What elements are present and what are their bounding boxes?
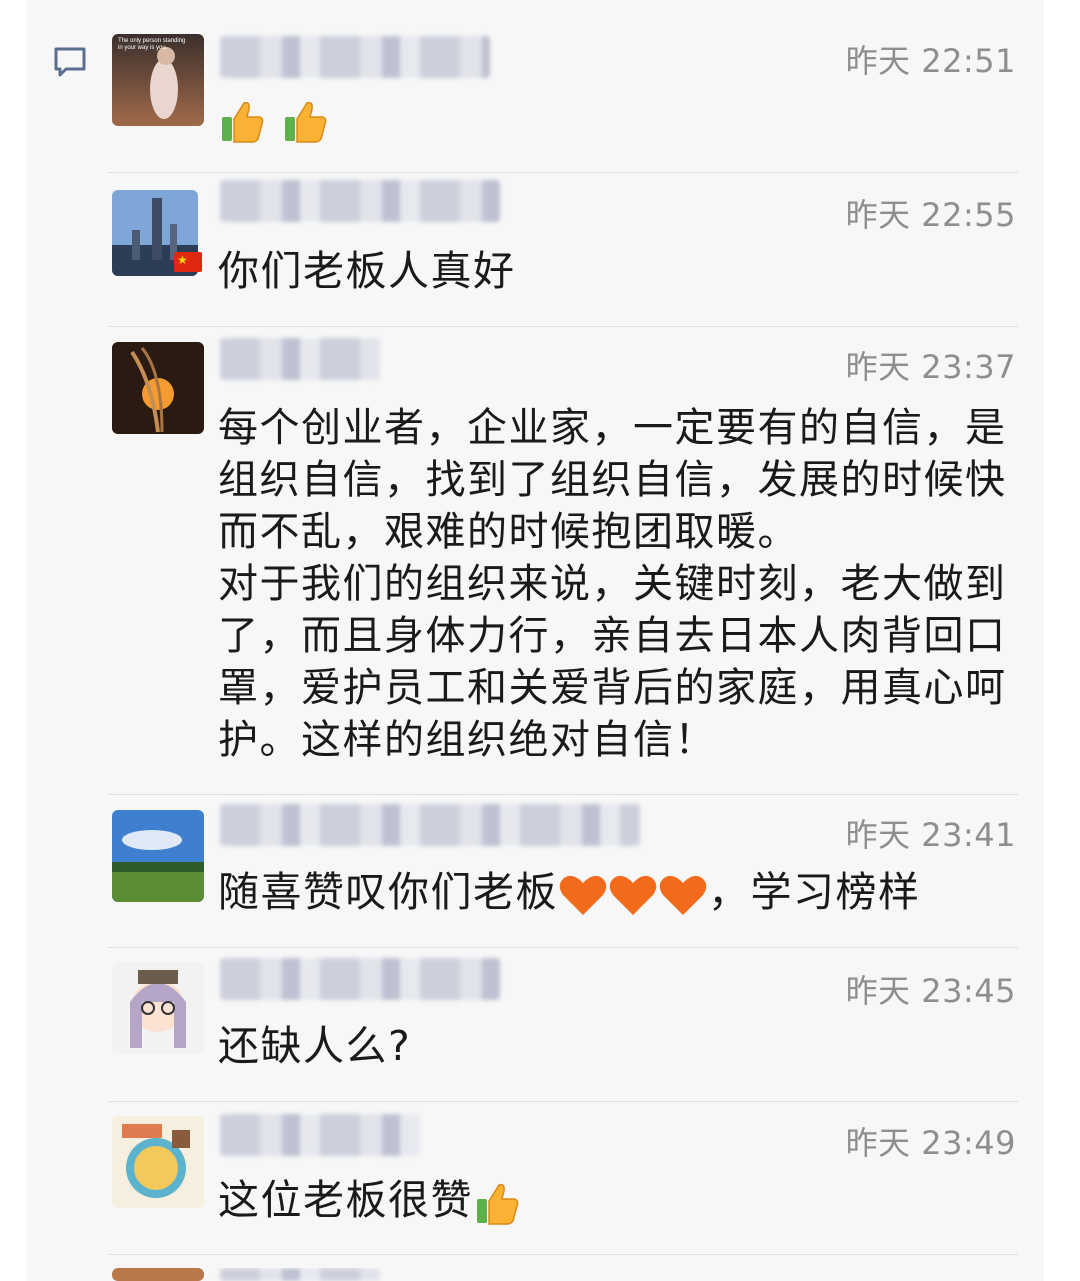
comment-time: 昨天 23:37 (845, 348, 1016, 386)
username-blurred[interactable] (220, 1268, 380, 1281)
heart-icon (559, 875, 607, 915)
username-blurred[interactable] (220, 804, 640, 846)
comment-text: 随喜赞叹你们老板 ，学习榜样 (218, 866, 1028, 918)
comment-text-part: 随喜赞叹你们老板 (218, 868, 558, 916)
avatar[interactable] (112, 1116, 204, 1208)
china-flag-icon (174, 252, 202, 272)
avatar[interactable] (112, 810, 204, 902)
comment-item[interactable] (108, 1268, 1018, 1281)
thumbs-up-icon (284, 101, 326, 143)
username-blurred[interactable] (220, 958, 500, 1000)
comment-text-part: ，学习榜样 (708, 868, 921, 916)
heart-icon (609, 875, 657, 915)
heart-icon (659, 875, 707, 915)
comment-item[interactable]: 昨天 23:41 随喜赞叹你们老板 ，学习榜样 (108, 804, 1018, 940)
comment-item[interactable]: 昨天 23:37 每个创业者，企业家，一定要有的自信，是组织自信，找到了组织自信… (108, 338, 1018, 782)
comment-icon (54, 47, 86, 77)
divider (108, 326, 1018, 327)
comment-text-part: 这位老板很赞 (218, 1176, 473, 1224)
comment-time: 昨天 23:49 (845, 1124, 1016, 1162)
comment-text: 还缺人么? (218, 1022, 412, 1070)
divider (108, 1254, 1018, 1255)
avatar[interactable] (112, 342, 204, 434)
comment-text: 这位老板很赞 (218, 1174, 1018, 1227)
divider (108, 794, 1018, 795)
divider (108, 172, 1018, 173)
avatar-caption: The only person standing in your way is … (118, 38, 186, 51)
comment-text: 每个创业者，企业家，一定要有的自信，是组织自信，找到了组织自信，发展的时候快而不… (218, 405, 1007, 763)
avatar[interactable]: The only person standing in your way is … (112, 34, 204, 126)
divider (108, 947, 1018, 948)
comment-time: 昨天 23:41 (845, 816, 1016, 854)
avatar[interactable] (112, 1268, 204, 1281)
comment-item[interactable]: 昨天 23:45 还缺人么? (108, 958, 1018, 1092)
avatar[interactable] (112, 962, 204, 1054)
comment-item[interactable]: 昨天 22:55 你们老板人真好 (108, 180, 1018, 320)
thumbs-up-icon (222, 101, 264, 143)
comment-time: 昨天 23:45 (845, 972, 1016, 1010)
comment-time: 昨天 22:55 (845, 196, 1016, 234)
username-blurred[interactable] (220, 36, 490, 78)
username-blurred[interactable] (220, 180, 500, 222)
divider (108, 1101, 1018, 1102)
comment-time: 昨天 22:51 (845, 42, 1016, 80)
comment-text: 你们老板人真好 (218, 247, 516, 295)
username-blurred[interactable] (220, 338, 380, 380)
thumbs-up-icon (477, 1183, 519, 1225)
comment-item[interactable]: 昨天 23:49 这位老板很赞 (108, 1114, 1018, 1246)
comment-text (218, 92, 1018, 145)
username-blurred[interactable] (220, 1114, 420, 1156)
comment-item[interactable]: The only person standing in your way is … (108, 34, 1018, 164)
